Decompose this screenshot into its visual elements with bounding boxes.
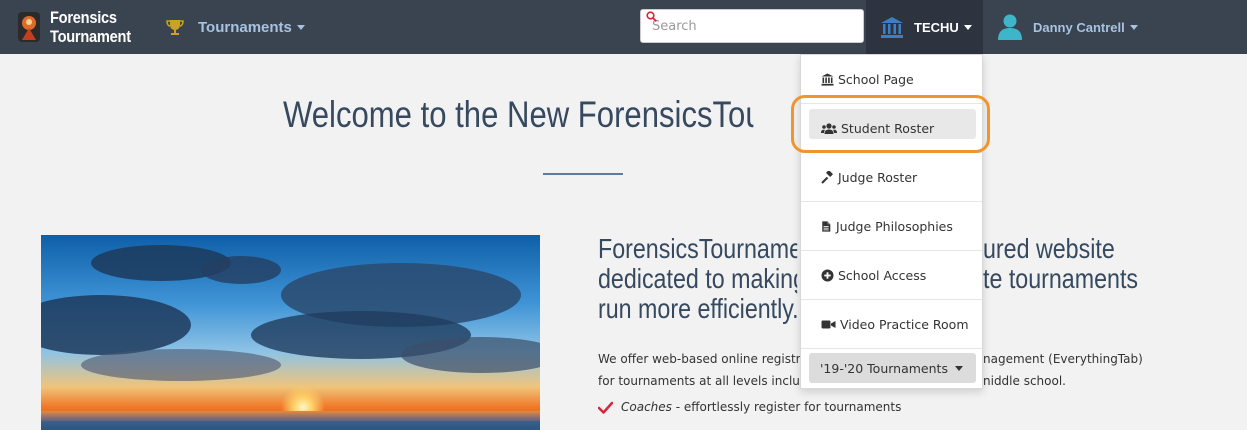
school-building-icon xyxy=(881,17,903,38)
page-title: Welcome to the New ForensicsTournament xyxy=(283,94,753,135)
top-navbar: Forensics Tournament Tournaments Search … xyxy=(0,0,1247,54)
season-select-label: '19-'20 Tournaments xyxy=(820,360,948,376)
chevron-down-icon xyxy=(963,24,972,30)
plus-circle-icon xyxy=(821,269,834,281)
intro-paragraph: We offer web-based online registr for to… xyxy=(598,352,801,388)
chevron-down-icon xyxy=(296,24,305,30)
school-menu[interactable]: TECHU xyxy=(866,0,983,54)
video-icon xyxy=(821,320,836,328)
bank-icon xyxy=(821,73,834,86)
season-select[interactable]: '19-'20 Tournaments xyxy=(809,353,976,383)
gavel-icon xyxy=(821,170,833,184)
brand-name: Forensics Tournament xyxy=(50,8,131,46)
chevron-down-icon xyxy=(1129,24,1138,30)
chevron-down-icon xyxy=(954,365,963,371)
menu-item-student-roster[interactable]: Student Roster xyxy=(801,104,982,153)
menu-item-video-practice-room[interactable]: Video Practice Room xyxy=(801,300,982,349)
coaches-label: Coaches xyxy=(621,400,672,414)
school-dropdown-menu: School Page Student Roster Judge Roster … xyxy=(800,54,983,389)
checkmark-icon xyxy=(598,401,613,414)
menu-item-judge-philosophies[interactable]: Judge Philosophies xyxy=(801,202,982,251)
user-avatar-icon xyxy=(998,14,1022,40)
intro-headline: ForensicsTournamen dedicated to making r… xyxy=(598,234,798,324)
menu-item-school-access[interactable]: School Access xyxy=(801,251,982,300)
file-icon xyxy=(822,220,831,232)
sunset-ocean-image xyxy=(41,235,540,430)
tournaments-menu[interactable]: Tournaments xyxy=(166,0,305,54)
menu-item-school-page[interactable]: School Page xyxy=(801,55,982,104)
brand-logo-icon xyxy=(18,12,40,42)
intro-headline-continued: ured website te tournaments xyxy=(983,233,1139,294)
menu-item-judge-roster[interactable]: Judge Roster xyxy=(801,153,982,202)
brand-logo-link[interactable]: Forensics Tournament xyxy=(14,4,144,50)
feature-list-item: Coaches - effortlessly register for tour… xyxy=(598,400,901,414)
coaches-text: - effortlessly register for tournaments xyxy=(671,400,902,414)
user-menu[interactable]: Danny Cantrell xyxy=(997,0,1138,54)
tournaments-label: Tournaments xyxy=(198,18,292,36)
user-name: Danny Cantrell xyxy=(1033,19,1125,35)
intro-paragraph-continued: nagement (EverythingTab) niddle school. xyxy=(983,352,1143,388)
search-input[interactable] xyxy=(641,10,863,42)
trophy-icon xyxy=(166,20,184,35)
hero-image xyxy=(41,235,540,430)
users-icon xyxy=(821,122,837,134)
school-label: TECHU xyxy=(914,19,959,35)
search-icon xyxy=(646,11,657,22)
search-box xyxy=(640,9,864,43)
title-divider xyxy=(543,173,623,175)
